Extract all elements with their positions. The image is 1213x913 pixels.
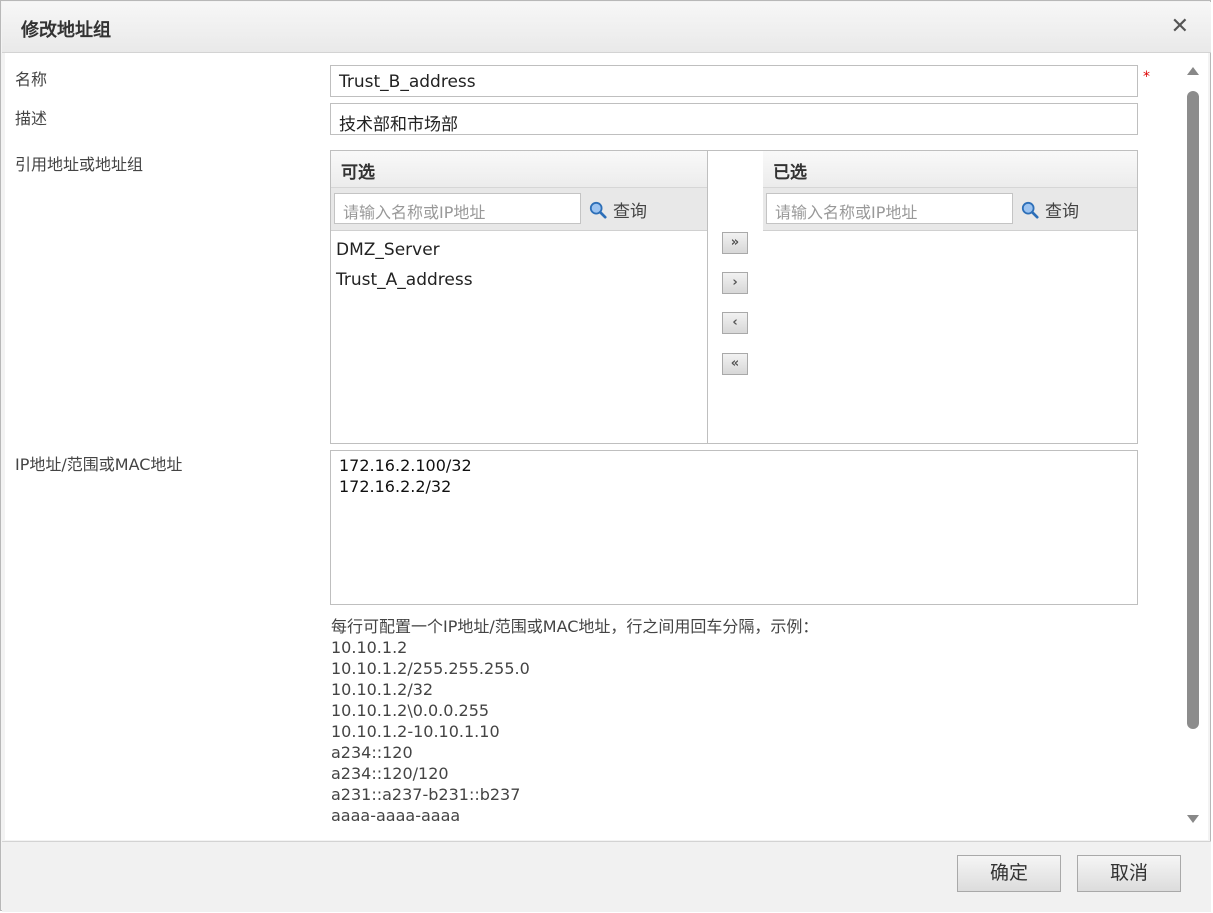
reference-label: 引用地址或地址组 [15, 155, 144, 174]
available-title: 可选 [331, 151, 707, 188]
dialog-title: 修改地址组 [21, 20, 111, 41]
name-input[interactable]: Trust_B_address [330, 65, 1138, 97]
selected-pane: 已选 请输入名称或IP地址 查询 [763, 151, 1137, 443]
selected-search-bar: 请输入名称或IP地址 查询 [763, 188, 1137, 231]
available-search-bar: 请输入名称或IP地址 查询 [331, 188, 707, 231]
search-icon [589, 201, 607, 219]
available-search-button[interactable]: 查询 [589, 197, 647, 222]
add-all-button[interactable]: » [722, 232, 748, 254]
list-item[interactable]: DMZ_Server [336, 235, 702, 265]
selected-search-button[interactable]: 查询 [1021, 197, 1079, 222]
hint-example: 10.10.1.2\0.0.0.255 [331, 701, 490, 720]
ip-entry: 172.16.2.100/32 [339, 456, 472, 475]
transfer-buttons: » › ‹ « [707, 151, 764, 443]
remove-all-button[interactable]: « [722, 353, 748, 375]
ip-label: IP地址/范围或MAC地址 [15, 455, 183, 474]
address-selector: 可选 请输入名称或IP地址 查询 DMZ_Server Trust_A_addr… [330, 150, 1138, 444]
available-search-input[interactable]: 请输入名称或IP地址 [334, 193, 581, 224]
hint-example: 10.10.1.2/32 [331, 680, 434, 699]
selected-list [763, 231, 1137, 239]
list-item[interactable]: Trust_A_address [336, 265, 702, 295]
required-mark: * [1143, 69, 1150, 85]
ip-textarea[interactable]: 172.16.2.100/32 172.16.2.2/32 [330, 450, 1138, 605]
ip-hint: 每行可配置一个IP地址/范围或MAC地址，行之间用回车分隔，示例： 10.10.… [331, 616, 818, 826]
description-label: 描述 [15, 109, 48, 128]
hint-example: aaaa-aaaa-aaaa [331, 806, 461, 825]
hint-example: a231::a237-b231::b237 [331, 785, 521, 804]
close-icon[interactable]: ✕ [1171, 14, 1189, 40]
scroll-up-icon[interactable] [1187, 67, 1199, 75]
name-label: 名称 [15, 70, 48, 89]
dialog-footer: 确定 取消 [2, 841, 1211, 912]
search-icon [1021, 201, 1039, 219]
ip-entry: 172.16.2.2/32 [339, 477, 452, 496]
description-input[interactable]: 技术部和市场部 [330, 103, 1138, 135]
available-list: DMZ_Server Trust_A_address [331, 231, 707, 299]
scrollbar-thumb[interactable] [1187, 91, 1199, 729]
available-pane: 可选 请输入名称或IP地址 查询 DMZ_Server Trust_A_addr… [331, 151, 707, 443]
hint-example: 10.10.1.2 [331, 638, 408, 657]
hint-example: 10.10.1.2/255.255.255.0 [331, 659, 530, 678]
selected-search-input[interactable]: 请输入名称或IP地址 [766, 193, 1013, 224]
remove-button[interactable]: ‹ [722, 312, 748, 334]
hint-intro: 每行可配置一个IP地址/范围或MAC地址，行之间用回车分隔，示例： [331, 617, 819, 636]
ok-button[interactable]: 确定 [957, 855, 1061, 892]
hint-example: 10.10.1.2-10.10.1.10 [331, 722, 500, 741]
available-search-label: 查询 [613, 202, 647, 222]
scroll-down-icon[interactable] [1187, 815, 1199, 823]
hint-example: a234::120 [331, 743, 413, 762]
vertical-scrollbar[interactable] [1183, 63, 1203, 833]
hint-example: a234::120/120 [331, 764, 449, 783]
edit-address-group-dialog: 修改地址组 ✕ 名称 Trust_B_address * 描述 技术部和市场部 … [0, 0, 1211, 912]
dialog-titlebar: 修改地址组 ✕ [2, 2, 1211, 53]
cancel-button[interactable]: 取消 [1077, 855, 1181, 892]
add-button[interactable]: › [722, 272, 748, 294]
selected-search-label: 查询 [1045, 202, 1079, 222]
selected-title: 已选 [763, 151, 1137, 188]
dialog-body: 名称 Trust_B_address * 描述 技术部和市场部 引用地址或地址组… [5, 53, 1208, 840]
